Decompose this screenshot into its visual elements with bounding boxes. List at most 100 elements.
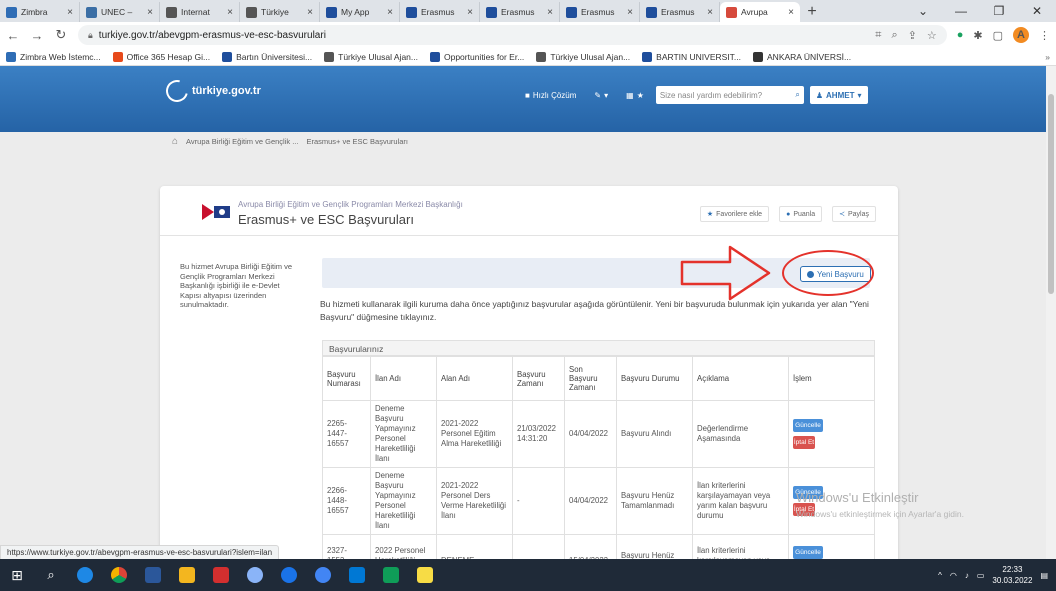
- tab-label: Erasmus: [581, 7, 615, 17]
- update-button[interactable]: Güncelle: [793, 545, 823, 559]
- bookmark-item[interactable]: Bartın Üniversitesi...: [222, 51, 312, 62]
- paint-icon[interactable]: [238, 559, 272, 591]
- notifications-icon[interactable]: ▤: [1040, 571, 1048, 580]
- browser-tab[interactable]: Zimbra ×: [0, 2, 80, 22]
- browser-tab[interactable]: Erasmus ×: [400, 2, 480, 22]
- minimize-icon[interactable]: —: [942, 4, 980, 18]
- page-viewport: türkiye.gov.tr ■ Hızlı Çözüm ✎ ▾ ▦ ★ Siz…: [0, 66, 1046, 559]
- restore-icon[interactable]: ❐: [980, 4, 1018, 18]
- breadcrumb-item[interactable]: Erasmus+ ve ESC Başvuruları: [306, 137, 408, 146]
- zoom-icon[interactable]: ⌕: [891, 29, 897, 42]
- browser-tab[interactable]: Erasmus ×: [560, 2, 640, 22]
- translate-icon[interactable]: ⌗: [875, 29, 881, 42]
- keyboard-icon[interactable]: ▭: [977, 571, 985, 580]
- cancel-button[interactable]: İptal Et: [793, 436, 815, 449]
- bookmark-item[interactable]: Türkiye Ulusal Ajan...: [536, 51, 630, 62]
- volume-icon[interactable]: ♪: [965, 571, 969, 580]
- quick-solution-button[interactable]: ■ Hızlı Çözüm: [519, 87, 582, 103]
- bookmark-star-icon[interactable]: ☆: [927, 29, 937, 42]
- user-menu-button[interactable]: ♟ AHMET ▾: [809, 86, 868, 104]
- menu-icon[interactable]: ⋮: [1039, 29, 1050, 42]
- reload-icon[interactable]: ↻: [54, 27, 68, 43]
- sticky-notes-icon[interactable]: [408, 559, 442, 591]
- share-icon[interactable]: ⇪: [908, 29, 917, 42]
- update-button[interactable]: Güncelle: [793, 419, 823, 432]
- puzzle-icon[interactable]: ✱: [973, 29, 982, 42]
- tools-button[interactable]: ✎ ▾: [588, 87, 614, 103]
- bookmark-item[interactable]: Zimbra Web İstemc...: [6, 51, 101, 62]
- tab-favicon-icon: [326, 6, 337, 18]
- back-icon[interactable]: ←: [6, 28, 20, 43]
- add-favorite-button[interactable]: ★ Favorilere ekle: [699, 206, 770, 222]
- start-icon[interactable]: ⊞: [0, 559, 34, 591]
- clock[interactable]: 22:33 30.03.2022: [992, 564, 1032, 586]
- store-icon[interactable]: [374, 559, 408, 591]
- col-header: İşlem: [788, 356, 875, 401]
- col-header: İlan Adı: [370, 356, 437, 401]
- close-tab-icon[interactable]: ×: [467, 7, 473, 18]
- bookmark-item[interactable]: Opportunities for Er...: [429, 51, 524, 62]
- description-text: Bu hizmeti kullanarak ilgili kuruma daha…: [320, 299, 869, 322]
- favorites-button[interactable]: ▦ ★: [620, 87, 650, 103]
- tab-favicon-icon: [486, 6, 497, 18]
- close-window-icon[interactable]: ✕: [1018, 4, 1056, 18]
- new-application-button[interactable]: Yeni Başvuru: [800, 266, 871, 282]
- browser-tab[interactable]: Internat ×: [160, 2, 240, 22]
- tray-chevron-icon[interactable]: ^: [938, 571, 942, 580]
- close-tab-icon[interactable]: ×: [788, 7, 794, 18]
- actions-cell: Güncelle İptal Et: [788, 400, 875, 468]
- vertical-scrollbar[interactable]: [1046, 66, 1056, 559]
- close-tab-icon[interactable]: ×: [387, 7, 393, 18]
- url-field[interactable]: 🔒︎ turkiye.gov.tr/abevgpm-erasmus-ve-esc…: [78, 25, 947, 45]
- bookmark-item[interactable]: Office 365 Hesap Gi...: [112, 51, 210, 62]
- extension-icon[interactable]: ●: [957, 29, 964, 41]
- breadcrumb-item[interactable]: Avrupa Birliği Eğitim ve Gençlik ...: [186, 137, 298, 146]
- chrome-icon[interactable]: [102, 559, 136, 591]
- new-tab-button[interactable]: +: [800, 2, 824, 22]
- rate-label: Puanla: [793, 210, 816, 218]
- home-icon[interactable]: ⌂: [172, 136, 178, 147]
- calendar-icon[interactable]: [340, 559, 374, 591]
- site-logo[interactable]: türkiye.gov.tr: [161, 75, 306, 107]
- search-icon[interactable]: ⌕: [795, 90, 799, 100]
- close-tab-icon[interactable]: ×: [627, 7, 633, 18]
- forward-icon[interactable]: →: [30, 28, 44, 43]
- window-controls: ⌄ — ❐ ✕: [904, 0, 1056, 22]
- files-icon[interactable]: [170, 559, 204, 591]
- browser-tab[interactable]: My App ×: [320, 2, 400, 22]
- share-button[interactable]: ≺ Paylaş: [832, 206, 876, 222]
- browser-tab[interactable]: Türkiye ×: [240, 2, 320, 22]
- app-icon[interactable]: [306, 559, 340, 591]
- lock-icon[interactable]: 🔒︎: [88, 30, 93, 41]
- site-search-input[interactable]: Size nasıl yardım edebilirim? ⌕: [655, 86, 804, 104]
- edge-icon[interactable]: [68, 559, 102, 591]
- globe-icon[interactable]: [272, 559, 306, 591]
- extensions: ● ✱ ▢ A ⋮: [957, 27, 1050, 43]
- table-title: Başvurularınız: [322, 340, 875, 356]
- tab-search-icon[interactable]: ⌄: [904, 4, 942, 18]
- bookmark-item[interactable]: BARTIN UNIVERSIT...: [642, 51, 741, 62]
- browser-tab[interactable]: Erasmus ×: [640, 2, 720, 22]
- scrollbar-thumb[interactable]: [1048, 94, 1054, 294]
- bookmark-item[interactable]: Türkiye Ulusal Ajan...: [324, 51, 418, 62]
- bookmarks-more-icon[interactable]: »: [1045, 52, 1050, 62]
- acrobat-icon[interactable]: [204, 559, 238, 591]
- new-application-label: Yeni Başvuru: [817, 269, 864, 279]
- network-icon[interactable]: ◠: [950, 571, 957, 580]
- search-icon[interactable]: ⌕: [34, 559, 68, 591]
- sidepanel-icon[interactable]: ▢: [993, 29, 1003, 42]
- close-tab-icon[interactable]: ×: [707, 7, 713, 18]
- close-tab-icon[interactable]: ×: [307, 7, 313, 18]
- bookmark-item[interactable]: ANKARA ÜNİVERSİ...: [753, 51, 851, 62]
- browser-tab[interactable]: UNEC – ×: [80, 2, 160, 22]
- browser-tab[interactable]: Erasmus ×: [480, 2, 560, 22]
- close-tab-icon[interactable]: ×: [67, 7, 73, 18]
- logo-icon: [161, 75, 193, 107]
- browser-tab[interactable]: Avrupa ×: [720, 2, 800, 22]
- word-icon[interactable]: [136, 559, 170, 591]
- rate-button[interactable]: ● Puanla: [779, 206, 823, 222]
- close-tab-icon[interactable]: ×: [147, 7, 153, 18]
- profile-avatar[interactable]: A: [1013, 27, 1029, 43]
- close-tab-icon[interactable]: ×: [227, 7, 233, 18]
- close-tab-icon[interactable]: ×: [547, 7, 553, 18]
